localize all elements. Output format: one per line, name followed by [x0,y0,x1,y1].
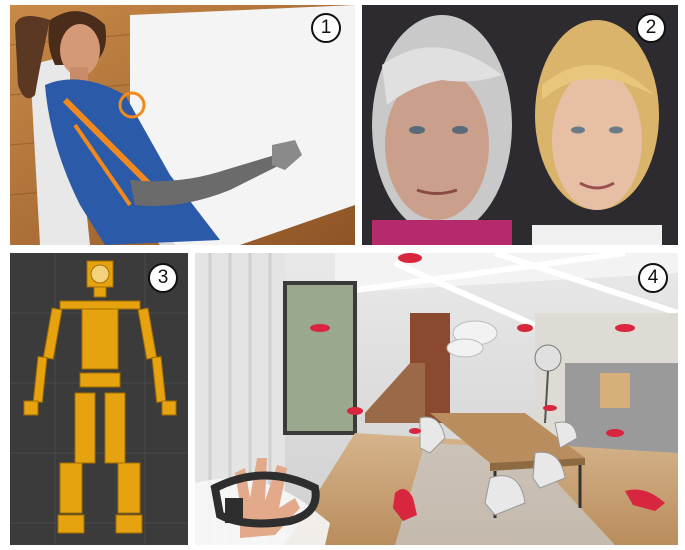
rig-torso [81,308,119,370]
vr-scene-illustration [195,253,678,545]
panel-skeleton-rig: 3 [10,253,188,545]
rig-shoulders [59,300,141,310]
rig-left-shin [59,462,83,514]
panel-avatar-table: 1 [10,5,355,245]
panel-number-badge: 4 [638,263,668,293]
panel-vr-scene: 4 [195,253,678,545]
avatar-table-illustration [10,5,355,245]
panel-number-badge: 1 [311,13,341,43]
rig-right-thigh [104,392,126,464]
rig-right-shin [117,462,141,514]
skeleton-rig-illustration [10,253,188,545]
panel-faces: 2 [362,5,678,245]
rig-left-thigh [74,392,96,464]
floor-lamp [534,344,562,372]
faces-illustration [362,5,678,245]
window [285,283,355,433]
panel-number-badge: 3 [148,263,178,293]
panel-number-badge: 2 [636,13,666,43]
